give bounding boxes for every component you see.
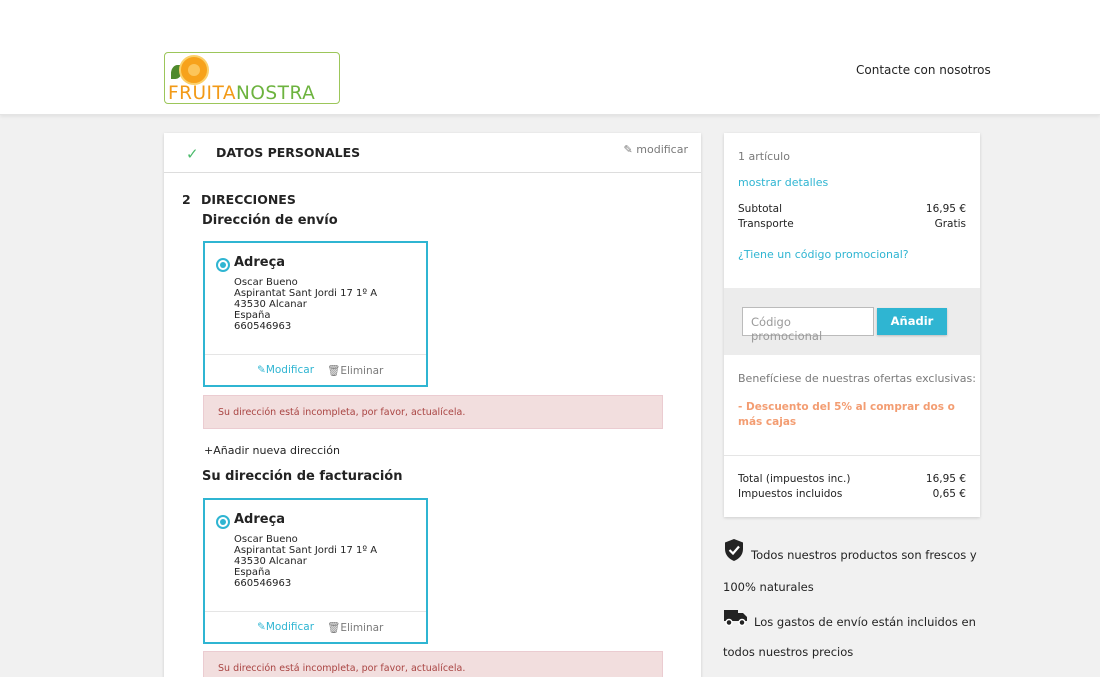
delete-address-label: Eliminar <box>340 622 384 634</box>
pencil-icon: ✎ <box>623 143 633 156</box>
delete-address-button[interactable]: 🗑Eliminar <box>327 364 383 377</box>
cart-summary: 1 artículo mostrar detalles Subtotal 16,… <box>724 133 980 517</box>
billing-address-heading: Su dirección de facturación <box>202 469 403 484</box>
shipping-label: Transporte <box>738 218 794 230</box>
check-icon: ✓ <box>186 145 199 163</box>
address-alias: Adreça <box>234 512 286 527</box>
shipping-address-card[interactable]: Adreça Oscar Bueno Aspirantat Sant Jordi… <box>203 241 428 387</box>
item-count: 1 artículo <box>738 150 790 163</box>
edit-personal-info-link[interactable]: ✎ modificar <box>624 143 688 156</box>
address-actions: ✎Modificar 🗑Eliminar <box>205 611 426 642</box>
subtotal-label: Subtotal <box>738 203 782 215</box>
contact-link[interactable]: Contacte con nosotros <box>856 63 991 77</box>
logo-text: FRUITANOSTRA <box>168 84 315 104</box>
summary-divider <box>724 455 980 456</box>
total-row: Total (impuestos inc.) 16,95 € <box>738 473 966 485</box>
subtotal-value: 16,95 € <box>925 203 966 215</box>
edit-address-label: Modificar <box>265 364 315 376</box>
step-addresses-title: DIRECCIONES <box>201 192 296 207</box>
fruitanostra-logo[interactable]: FRUITANOSTRA <box>164 52 340 104</box>
address-actions: ✎Modificar 🗑Eliminar <box>205 354 426 385</box>
subtotal-row: Subtotal 16,95 € <box>738 203 966 215</box>
reassurance-fresh-text: Todos nuestros productos son frescos y 1… <box>723 548 977 594</box>
address-name: Oscar Bueno <box>234 277 298 288</box>
address-name: Oscar Bueno <box>234 534 298 545</box>
taxes-label: Impuestos incluidos <box>738 488 843 500</box>
total-value: 16,95 € <box>925 473 966 485</box>
reassurance-fresh: Todos nuestros productos son frescos y 1… <box>723 538 983 602</box>
benefit-text: Benefíciese de nuestras ofertas exclusiv… <box>738 372 976 385</box>
shield-check-icon <box>723 538 745 573</box>
incomplete-address-alert: Su dirección está incompleta, por favor,… <box>203 395 663 429</box>
plus-icon: + <box>204 444 214 457</box>
address-city: 43530 Alcanar <box>234 299 307 310</box>
address-city: 43530 Alcanar <box>234 556 307 567</box>
trash-icon: 🗑 <box>327 365 341 377</box>
billing-address-card[interactable]: Adreça Oscar Bueno Aspirantat Sant Jordi… <box>203 498 428 644</box>
truck-icon <box>723 607 748 638</box>
address-street: Aspirantat Sant Jordi 17 1º A <box>234 288 378 299</box>
shipping-value: Gratis <box>934 218 966 230</box>
address-phone: 660546963 <box>234 321 292 332</box>
delete-address-button[interactable]: 🗑Eliminar <box>327 621 383 634</box>
address-country: España <box>234 310 271 321</box>
shipping-address-radio[interactable] <box>216 258 230 272</box>
step-addresses-number: 2 <box>182 192 191 207</box>
taxes-row: Impuestos incluidos 0,65 € <box>738 488 966 500</box>
edit-address-button[interactable]: ✎Modificar <box>257 364 314 376</box>
promo-code-input[interactable]: Código promocional <box>742 307 874 343</box>
pencil-icon: ✎ <box>257 364 266 376</box>
logo-text-part2: NOSTRA <box>236 83 316 104</box>
shipping-address-heading: Dirección de envío <box>202 213 338 228</box>
show-details-link[interactable]: mostrar detalles <box>738 176 828 189</box>
reassurance-shipping: Los gastos de envío están incluidos en t… <box>723 607 983 667</box>
step-personal-info-title: DATOS PERSONALES <box>216 145 361 160</box>
promo-code-link[interactable]: ¿Tiene un código promocional? <box>738 248 909 261</box>
address-lines: Oscar Bueno Aspirantat Sant Jordi 17 1º … <box>234 534 377 589</box>
site-header: FRUITANOSTRA Contacte con nosotros <box>0 0 1100 115</box>
address-country: España <box>234 567 271 578</box>
delete-address-label: Eliminar <box>340 365 384 377</box>
checkout-steps-panel: ✓ DATOS PERSONALES ✎ modificar 2 DIRECCI… <box>164 133 701 677</box>
logo-text-part1: FRUITA <box>168 83 237 104</box>
address-street: Aspirantat Sant Jordi 17 1º A <box>234 545 378 556</box>
promo-code-form: Código promocional Añadir <box>724 288 980 355</box>
edit-address-label: Modificar <box>265 621 315 633</box>
shipping-row: Transporte Gratis <box>738 218 966 230</box>
add-new-address-link[interactable]: +Añadir nueva dirección <box>204 444 340 457</box>
taxes-value: 0,65 € <box>932 488 966 500</box>
step-personal-info[interactable]: ✓ DATOS PERSONALES ✎ modificar <box>164 133 701 173</box>
edit-personal-info-label: modificar <box>636 143 688 156</box>
edit-address-button[interactable]: ✎Modificar <box>257 621 314 633</box>
address-alias: Adreça <box>234 255 286 270</box>
total-label: Total (impuestos inc.) <box>738 473 851 485</box>
add-promo-button[interactable]: Añadir <box>877 308 947 335</box>
address-lines: Oscar Bueno Aspirantat Sant Jordi 17 1º … <box>234 277 377 332</box>
address-phone: 660546963 <box>234 578 292 589</box>
billing-address-radio[interactable] <box>216 515 230 529</box>
discount-offer: - Descuento del 5% al comprar dos o más … <box>738 401 955 428</box>
orange-icon <box>179 55 209 85</box>
reassurance-shipping-text: Los gastos de envío están incluidos en t… <box>723 615 976 659</box>
pencil-icon: ✎ <box>257 621 266 633</box>
trash-icon: 🗑 <box>327 622 341 634</box>
incomplete-address-alert: Su dirección está incompleta, por favor,… <box>203 651 663 677</box>
add-new-address-label: Añadir nueva dirección <box>213 444 340 457</box>
